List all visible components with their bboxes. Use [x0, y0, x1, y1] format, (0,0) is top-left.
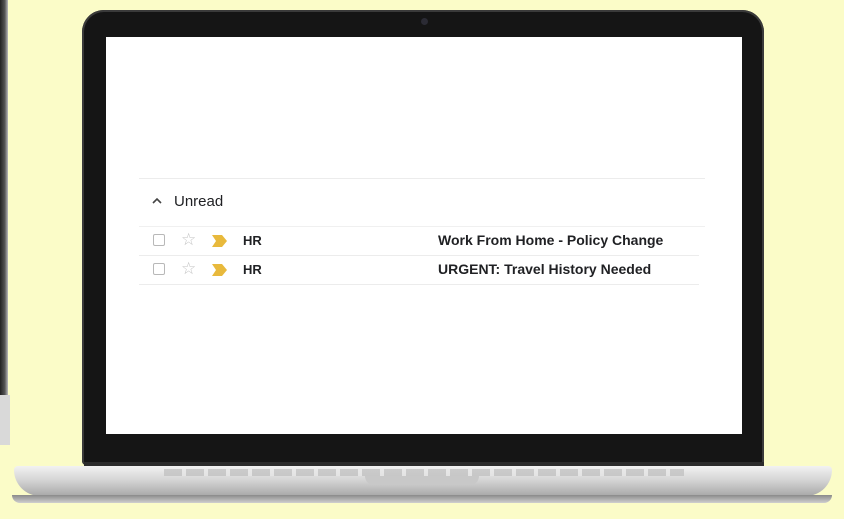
laptop-base-bottom: [12, 495, 832, 503]
star-outline-icon[interactable]: ☆: [181, 229, 196, 251]
section-header-unread[interactable]: Unread: [150, 190, 223, 212]
email-sender: HR: [243, 233, 262, 248]
section-label: Unread: [174, 192, 224, 210]
star-outline-icon[interactable]: ☆: [181, 258, 196, 280]
webcam: [421, 18, 428, 25]
laptop-base: [14, 466, 832, 496]
trackpad-notch: [365, 476, 479, 485]
email-row[interactable]: ☆ HR URGENT: Travel History Needed: [139, 256, 699, 285]
list-divider: [139, 178, 705, 179]
email-row[interactable]: ☆ HR Work From Home - Policy Change: [139, 227, 699, 256]
importance-marker-icon[interactable]: [212, 263, 228, 281]
select-checkbox[interactable]: [153, 234, 165, 246]
importance-marker-icon[interactable]: [212, 234, 228, 252]
laptop-lid: Unread ☆ HR Work From Home - Policy Chan…: [82, 10, 764, 465]
laptop-screen: Unread ☆ HR Work From Home - Policy Chan…: [106, 37, 742, 434]
select-checkbox[interactable]: [153, 263, 165, 275]
chevron-up-icon[interactable]: [150, 194, 164, 208]
email-subject: URGENT: Travel History Needed: [438, 261, 652, 277]
email-subject: Work From Home - Policy Change: [438, 232, 664, 248]
keyboard-edge: [164, 469, 684, 476]
email-sender: HR: [243, 262, 262, 277]
background-device-base: [0, 395, 10, 445]
background-device-edge: [0, 0, 8, 400]
